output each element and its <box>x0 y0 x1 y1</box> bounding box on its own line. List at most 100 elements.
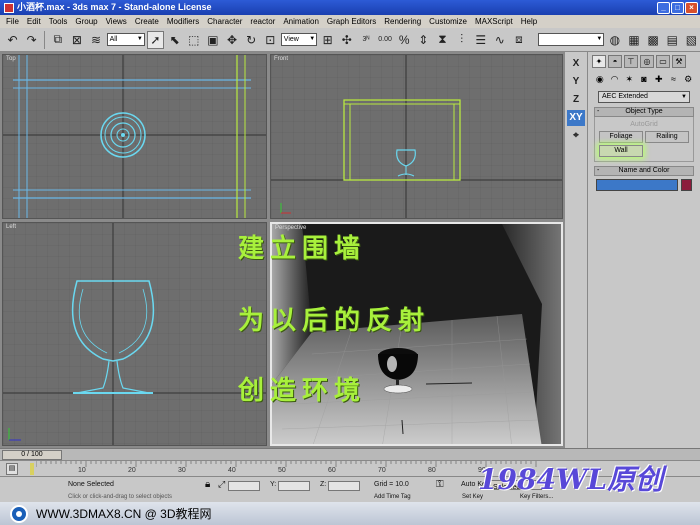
tick-label: 70 <box>378 467 386 474</box>
create-tab-icon[interactable]: ✦ <box>592 55 606 68</box>
material-editor-icon[interactable]: ◍ <box>606 31 623 49</box>
angle-snap-icon[interactable]: 0.00 <box>377 31 394 49</box>
trackbar-menu-icon[interactable]: ▤ <box>6 463 18 475</box>
snap-toggle-icon[interactable]: 3ᴺ <box>357 31 374 49</box>
autogrid-checkbox[interactable]: AutoGrid <box>599 121 689 128</box>
menu-edit[interactable]: Edit <box>23 15 45 28</box>
y-coord-label: Y: <box>270 481 277 488</box>
site-logo-icon <box>10 504 28 523</box>
menu-help[interactable]: Help <box>517 15 541 28</box>
viewport-left[interactable]: Left <box>2 222 267 446</box>
wall-button[interactable]: Wall <box>599 145 643 157</box>
menu-tools[interactable]: Tools <box>45 15 72 28</box>
systems-icon[interactable]: ⚙ <box>682 73 694 85</box>
close-button[interactable]: × <box>685 1 698 14</box>
render-last-icon[interactable]: ▧ <box>683 31 700 49</box>
menu-views[interactable]: Views <box>102 15 131 28</box>
display-tab-icon[interactable]: ▭ <box>656 55 670 68</box>
key-icon[interactable]: ⚿ <box>436 479 444 490</box>
named-selection-select[interactable] <box>537 33 605 46</box>
reference-coord-select[interactable]: View <box>280 33 318 46</box>
object-color-swatch[interactable] <box>681 179 692 191</box>
select-by-name-icon[interactable]: ⬉ <box>166 31 183 49</box>
object-type-rollout-header[interactable]: Object Type <box>594 107 694 117</box>
undo-icon[interactable]: ↶ <box>4 31 21 49</box>
select-manipulate-icon[interactable]: ✣ <box>338 31 355 49</box>
axis-y-button[interactable]: Y <box>567 74 585 90</box>
schematic-view-icon[interactable]: ⧈ <box>510 31 527 49</box>
select-rotate-icon[interactable]: ↻ <box>243 31 260 49</box>
tick-label: 80 <box>428 467 436 474</box>
modify-tab-icon[interactable]: ◓ <box>608 55 622 68</box>
viewport-left-label[interactable]: Left <box>6 224 16 230</box>
align-icon[interactable]: ⫶ <box>453 31 470 49</box>
select-object-icon[interactable]: ➚ <box>146 30 165 49</box>
motion-tab-icon[interactable]: ◎ <box>640 55 654 68</box>
viewport-perspective-label[interactable]: Perspective <box>275 225 306 231</box>
add-time-tag-button[interactable]: Add Time Tag <box>374 494 411 500</box>
rectangular-selection-icon[interactable]: ⬚ <box>185 31 202 49</box>
pivot-center-icon[interactable]: ⊞ <box>319 31 336 49</box>
window-crossing-icon[interactable]: ▣ <box>204 31 221 49</box>
selection-filter-select[interactable]: All <box>106 33 145 46</box>
axis-xy-button[interactable]: XY <box>567 110 585 126</box>
name-color-rollout-header[interactable]: Name and Color <box>594 166 694 176</box>
render-type-icon[interactable]: ▤ <box>664 31 681 49</box>
viewport-front-label[interactable]: Front <box>274 56 288 62</box>
viewport-front[interactable]: Front <box>270 54 563 219</box>
app-icon <box>4 2 14 13</box>
y-coord-input[interactable] <box>278 481 310 491</box>
menu-modifiers[interactable]: Modifiers <box>163 15 203 28</box>
snap-magnet-icon[interactable]: ⌖ <box>567 128 585 144</box>
axis-z-button[interactable]: Z <box>567 92 585 108</box>
foliage-button[interactable]: Foliage <box>599 131 643 143</box>
space-warps-icon[interactable]: ≈ <box>668 73 680 85</box>
menu-character[interactable]: Character <box>203 15 246 28</box>
cameras-icon[interactable]: ◙ <box>638 73 650 85</box>
bind-space-warp-icon[interactable]: ≋ <box>87 31 104 49</box>
viewport-top-label[interactable]: Top <box>6 56 16 62</box>
viewport-top[interactable]: Top <box>2 54 267 219</box>
percent-snap-icon[interactable]: % <box>396 31 413 49</box>
object-name-input[interactable] <box>596 179 678 191</box>
top-view-canvas <box>3 55 266 218</box>
link-icon[interactable]: ⧉ <box>49 31 66 49</box>
menu-maxscript[interactable]: MAXScript <box>471 15 517 28</box>
caption-line-3: 创造环境 <box>238 376 367 406</box>
render-scene-icon[interactable]: ▦ <box>625 31 642 49</box>
railing-button[interactable]: Railing <box>645 131 689 143</box>
hierarchy-tab-icon[interactable]: ⊤ <box>624 55 638 68</box>
select-move-icon[interactable]: ✥ <box>223 31 240 49</box>
maximize-button[interactable]: □ <box>671 1 684 14</box>
mirror-icon[interactable]: ⧗ <box>434 31 451 49</box>
unlink-icon[interactable]: ⊠ <box>68 31 85 49</box>
z-coord-input[interactable] <box>328 481 360 491</box>
object-category-select[interactable]: AEC Extended <box>598 91 690 103</box>
menu-group[interactable]: Group <box>71 15 101 28</box>
menu-graph-editors[interactable]: Graph Editors <box>323 15 380 28</box>
time-slider-thumb[interactable]: 0 / 100 <box>2 450 62 460</box>
layer-manager-icon[interactable]: ☰ <box>472 31 489 49</box>
minimize-button[interactable]: _ <box>657 1 670 14</box>
select-scale-icon[interactable]: ⊡ <box>262 31 279 49</box>
redo-icon[interactable]: ↷ <box>23 31 40 49</box>
menu-animation[interactable]: Animation <box>279 15 323 28</box>
shapes-icon[interactable]: ◠ <box>609 73 621 85</box>
menu-create[interactable]: Create <box>131 15 163 28</box>
x-coord-input[interactable] <box>228 481 260 491</box>
curve-editor-icon[interactable]: ∿ <box>491 31 508 49</box>
spinner-snap-icon[interactable]: ⇕ <box>415 31 432 49</box>
menu-customize[interactable]: Customize <box>425 15 471 28</box>
menu-file[interactable]: File <box>2 15 23 28</box>
lock-selection-icon[interactable]: 🔒︎ <box>205 479 210 490</box>
utilities-tab-icon[interactable]: ⚒ <box>672 55 686 68</box>
lights-icon[interactable]: ✶ <box>623 73 635 85</box>
axis-x-button[interactable]: X <box>567 56 585 72</box>
geometry-icon[interactable]: ◉ <box>594 73 606 85</box>
menu-rendering[interactable]: Rendering <box>380 15 425 28</box>
quick-render-icon[interactable]: ▩ <box>645 31 662 49</box>
absolute-mode-icon[interactable]: ⤢ <box>218 479 225 490</box>
title-bar: 小酒杯.max - 3ds max 7 - Stand-alone Licens… <box>0 0 700 15</box>
menu-reactor[interactable]: reactor <box>246 15 279 28</box>
helpers-icon[interactable]: ✚ <box>653 73 665 85</box>
